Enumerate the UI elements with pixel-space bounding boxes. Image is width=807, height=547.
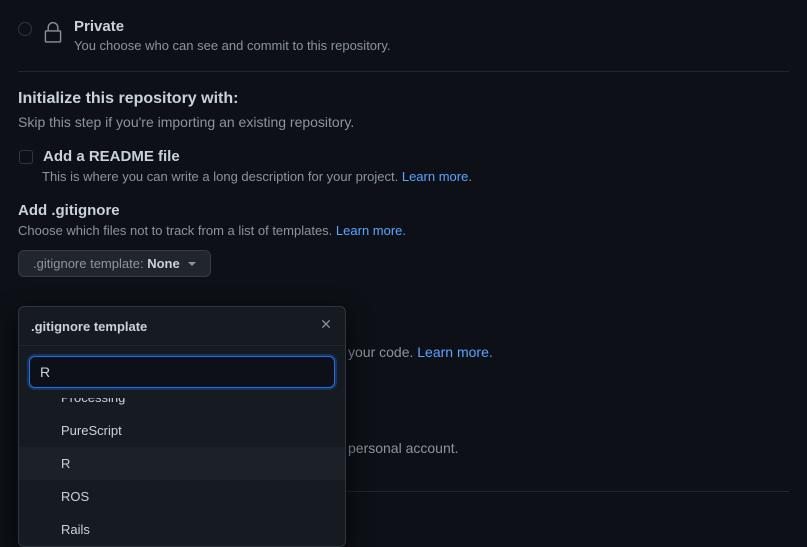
gitignore-search-input[interactable] xyxy=(29,356,335,388)
personal-account-hint-fragment: personal account. xyxy=(348,440,459,456)
visibility-private-row[interactable]: Private You choose who can see and commi… xyxy=(18,18,789,53)
gitignore-template-dropdown[interactable]: .gitignore template: None xyxy=(18,250,211,277)
readme-checkbox[interactable] xyxy=(19,150,33,164)
list-item[interactable]: Rails xyxy=(19,513,345,546)
list-item[interactable]: R xyxy=(19,447,345,480)
gitignore-learn-more-link[interactable]: Learn more. xyxy=(336,223,406,238)
gitignore-desc: Choose which files not to track from a l… xyxy=(18,223,789,238)
list-item[interactable]: PureScript xyxy=(19,414,345,447)
gitignore-template-popover: .gitignore template Processing PureScrip… xyxy=(18,306,346,547)
popover-list: Processing PureScript R ROS Rails xyxy=(19,398,345,546)
gitignore-title: Add .gitignore xyxy=(18,202,789,219)
gitignore-btn-value: None xyxy=(147,256,180,271)
init-heading: Initialize this repository with: xyxy=(18,90,789,108)
gitignore-option: Add .gitignore Choose which files not to… xyxy=(18,202,789,277)
chevron-down-icon xyxy=(188,262,196,266)
private-title: Private xyxy=(74,18,391,35)
gitignore-desc-text: Choose which files not to track from a l… xyxy=(18,223,336,238)
list-item[interactable]: ROS xyxy=(19,480,345,513)
license-hint-fragment: your code. Learn more. xyxy=(348,344,493,360)
readme-desc: This is where you can write a long descr… xyxy=(18,169,789,184)
readme-title: Add a README file xyxy=(43,148,180,165)
divider xyxy=(18,71,789,72)
init-sub: Skip this step if you're importing an ex… xyxy=(18,114,789,130)
popover-title: .gitignore template xyxy=(31,319,147,334)
license-learn-more-link[interactable]: Learn more. xyxy=(417,344,492,360)
list-item[interactable]: Processing xyxy=(19,398,345,414)
readme-desc-text: This is where you can write a long descr… xyxy=(42,169,402,184)
readme-learn-more-link[interactable]: Learn more. xyxy=(402,169,472,184)
private-radio[interactable] xyxy=(18,22,32,36)
gitignore-btn-label: .gitignore template: xyxy=(33,256,147,271)
readme-option: Add a README file This is where you can … xyxy=(18,148,789,184)
private-desc: You choose who can see and commit to thi… xyxy=(74,38,391,53)
close-icon[interactable] xyxy=(319,317,333,335)
lock-icon xyxy=(42,20,64,49)
